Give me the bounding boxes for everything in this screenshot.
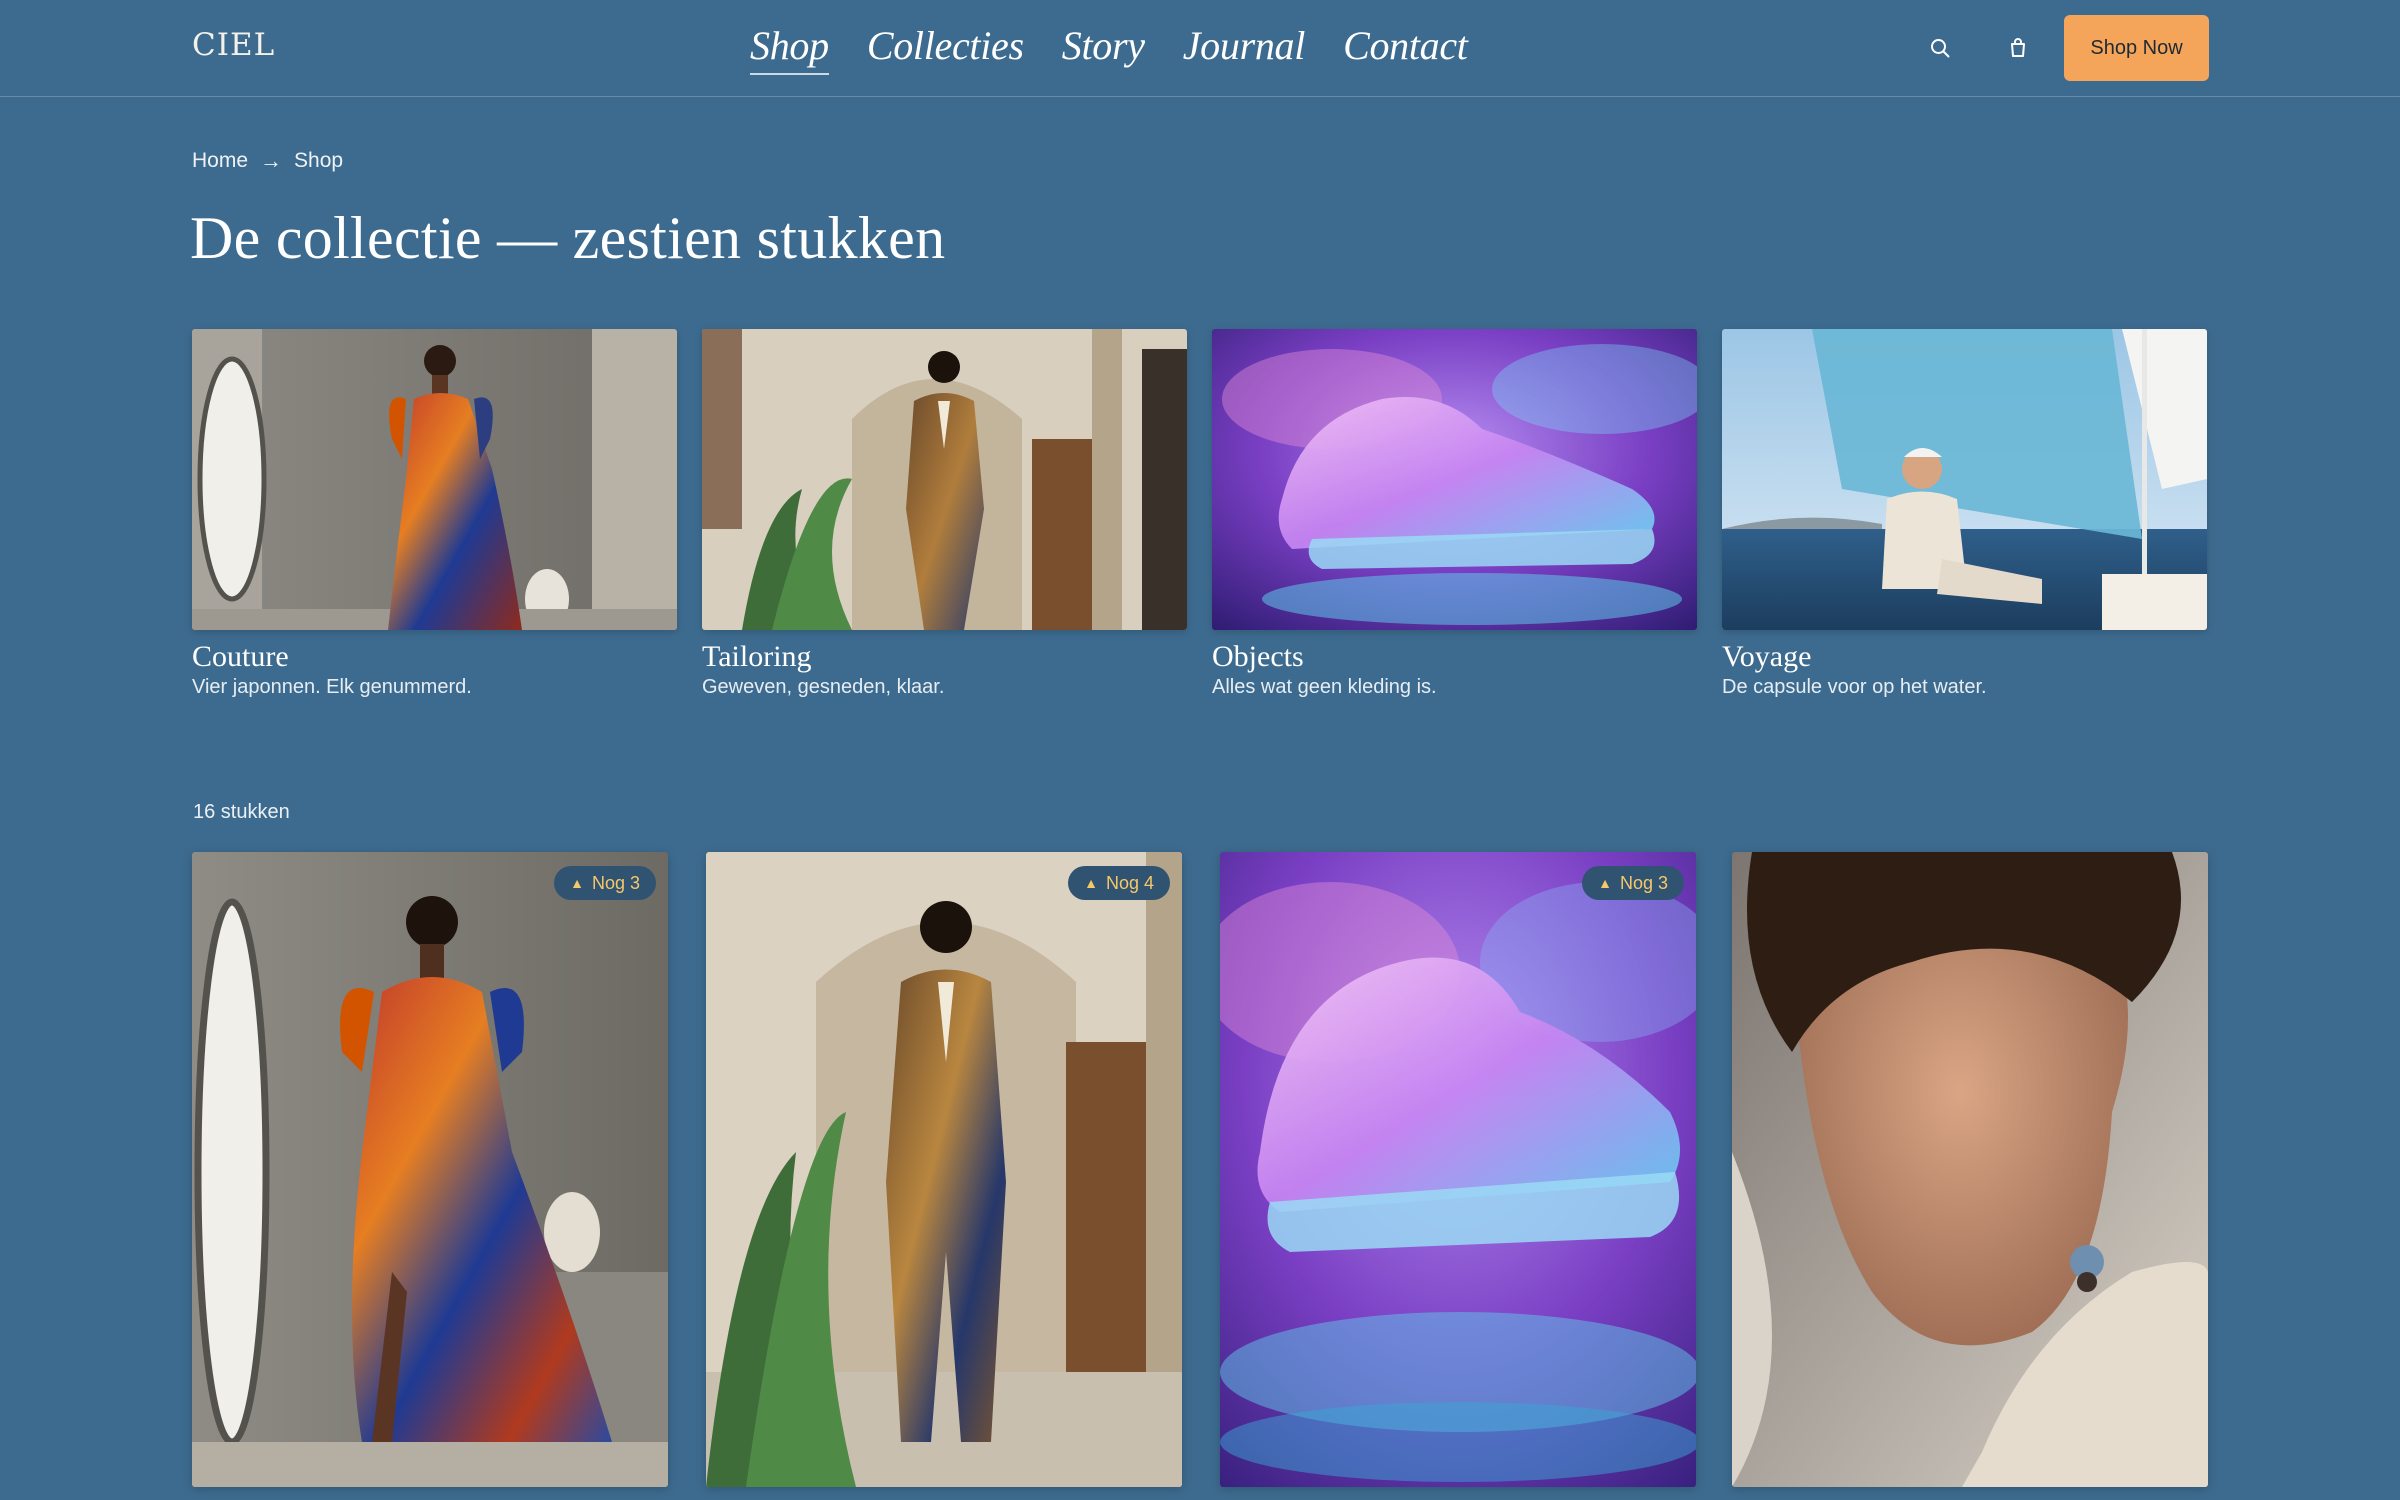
nav-item-journal[interactable]: Journal	[1183, 22, 1306, 73]
product-card[interactable]: ▲ Nog 3	[192, 852, 668, 1487]
category-card-voyage[interactable]: Voyage De capsule voor op het water.	[1722, 329, 2207, 699]
product-image	[192, 852, 668, 1487]
product-card[interactable]: ▲ Nog 4	[706, 852, 1182, 1487]
shopping-bag-icon	[2011, 38, 2025, 57]
product-card[interactable]	[1732, 852, 2208, 1487]
shop-now-button[interactable]: Shop Now	[2064, 15, 2209, 81]
category-grid: Couture Vier japonnen. Elk genummerd. Ta…	[192, 329, 2208, 709]
nav-item-shop[interactable]: Shop	[750, 22, 829, 75]
product-image	[1732, 852, 2208, 1487]
category-name: Objects	[1212, 640, 1304, 673]
stock-badge-label: Nog 4	[1105, 872, 1154, 893]
category-card-tailoring[interactable]: Tailoring Geweven, gesneden, klaar.	[702, 329, 1187, 699]
category-image-objects	[1212, 329, 1697, 630]
product-image	[706, 852, 1182, 1487]
category-name: Tailoring	[702, 640, 812, 673]
product-count: 16 stukken	[193, 801, 290, 823]
breadcrumb-home[interactable]: Home	[192, 149, 248, 173]
category-image-tailoring	[702, 329, 1187, 630]
stock-badge-label: Nog 3	[1619, 872, 1668, 893]
category-description: Geweven, gesneden, klaar.	[702, 676, 945, 698]
breadcrumb-current: Shop	[294, 149, 344, 172]
breadcrumb: Home → Shop	[192, 148, 343, 174]
category-name: Voyage	[1722, 640, 1812, 673]
stock-badge: ▲ Nog 3	[1582, 866, 1684, 900]
product-image	[1220, 852, 1696, 1487]
category-description: De capsule voor op het water.	[1722, 676, 1987, 698]
nav-item-story[interactable]: Story	[1062, 22, 1145, 73]
stock-badge: ▲ Nog 4	[1068, 866, 1170, 900]
category-image-couture	[192, 329, 677, 630]
category-description: Vier japonnen. Elk genummerd.	[192, 676, 472, 698]
search-button[interactable]	[1922, 30, 1958, 66]
cart-button[interactable]	[2000, 30, 2036, 66]
stock-badge: ▲ Nog 3	[554, 866, 656, 900]
search-icon	[1931, 39, 1950, 58]
site-header: CIEL Shop Collecties Story Journal Conta…	[0, 0, 2400, 97]
category-name: Couture	[192, 640, 289, 673]
breadcrumb-arrow-icon: →	[260, 148, 283, 173]
product-grid: ▲ Nog 3 ▲ Nog 4 ▲ Nog 3	[192, 852, 2208, 1492]
warning-icon: ▲	[1598, 875, 1612, 891]
page-title: De collectie — zestien stukken	[190, 205, 946, 271]
category-card-objects[interactable]: Objects Alles wat geen kleding is.	[1212, 329, 1697, 699]
brand-logo[interactable]: CIEL	[192, 27, 275, 63]
category-card-couture[interactable]: Couture Vier japonnen. Elk genummerd.	[192, 329, 677, 699]
warning-icon: ▲	[570, 875, 584, 891]
category-description: Alles wat geen kleding is.	[1212, 676, 1437, 698]
main-nav: Shop Collecties Story Journal Contact	[750, 22, 1468, 76]
category-image-voyage	[1722, 329, 2207, 630]
stock-badge-label: Nog 3	[591, 872, 640, 893]
product-card[interactable]: ▲ Nog 3	[1220, 852, 1696, 1487]
nav-item-contact[interactable]: Contact	[1343, 22, 1468, 73]
nav-item-collecties[interactable]: Collecties	[867, 22, 1024, 73]
warning-icon: ▲	[1084, 875, 1098, 891]
